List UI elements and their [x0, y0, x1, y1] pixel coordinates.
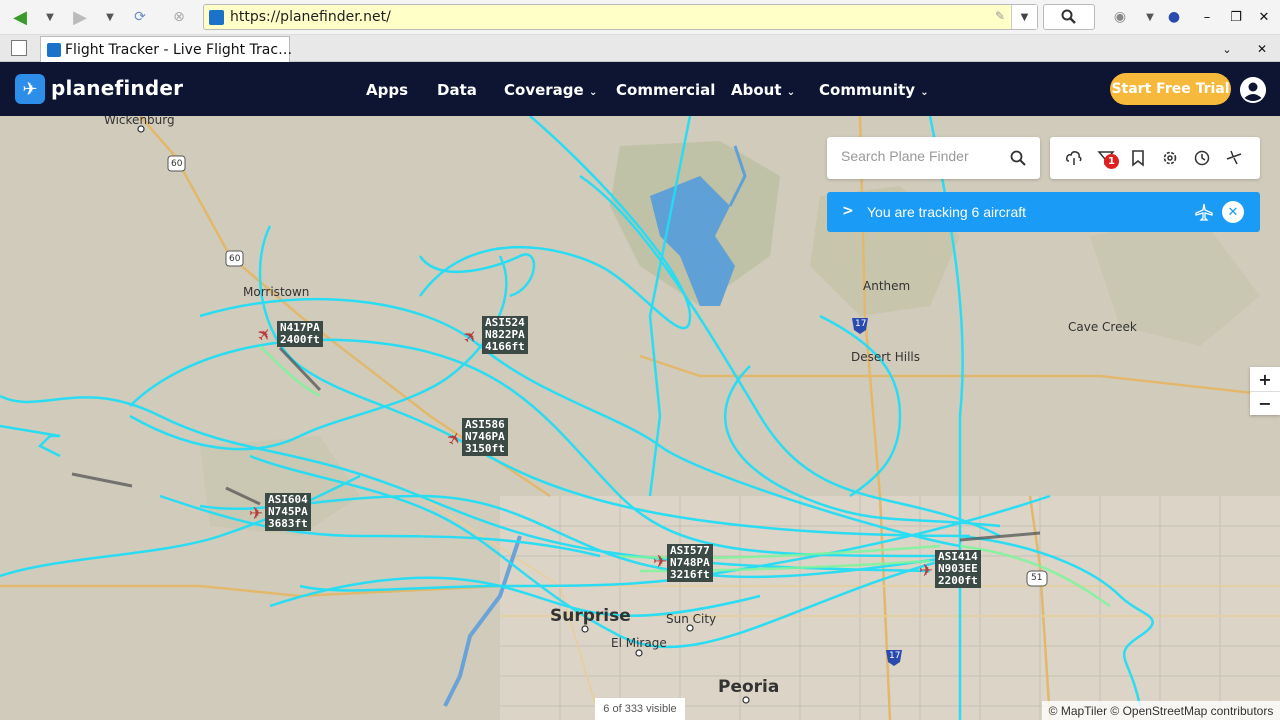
aircraft-altitude: 3150ft — [465, 442, 505, 455]
reload-icon[interactable]: ⟳ — [128, 6, 152, 28]
weather-icon[interactable] — [1065, 149, 1083, 167]
logo-text[interactable]: planefinder — [51, 76, 183, 100]
tab-title: Flight Tracker - Live Flight Trac… — [65, 42, 293, 58]
chevron-down-icon: ⌄ — [920, 87, 929, 98]
nav-about[interactable]: About ⌄ — [731, 81, 795, 99]
map-tools — [1050, 137, 1260, 179]
place-cave-creek: Cave Creek — [1068, 320, 1137, 334]
interstate-17-label: 17 — [889, 651, 901, 661]
nav-coverage[interactable]: Coverage ⌄ — [504, 81, 597, 99]
place-sun-city: Sun City — [666, 612, 717, 626]
browser-toolbar: ◀ ▼ ▶ ▼ ⟳ ⊗ https://planefinder.net/ ✎ ▼… — [0, 0, 1280, 35]
tab-list-icon[interactable] — [11, 40, 27, 56]
history-icon[interactable] — [1193, 149, 1211, 167]
aircraft-label-asi586[interactable]: ASI586 N746PA 3150ft — [462, 418, 508, 456]
zoom-out-button[interactable]: − — [1250, 391, 1280, 415]
close-window-icon[interactable]: ✕ — [1253, 6, 1275, 28]
nav-community-label: Community — [819, 81, 916, 99]
clip-icon: ✎ — [994, 9, 1005, 23]
site-favicon-icon — [209, 10, 224, 25]
filter-alert-badge: 1 — [1104, 154, 1119, 169]
aircraft-icon[interactable]: ✈ — [917, 562, 935, 580]
map-attribution[interactable]: © MapTiler © OpenStreetMap contributors — [1042, 701, 1280, 720]
chevron-down-icon: ⌄ — [588, 87, 598, 98]
forward-icon[interactable]: ▶ — [68, 6, 92, 28]
nav-coverage-label: Coverage — [504, 81, 584, 99]
stop-icon[interactable]: ⊗ — [167, 6, 191, 28]
browser-window: ◀ ▼ ▶ ▼ ⟳ ⊗ https://planefinder.net/ ✎ ▼… — [0, 0, 1280, 720]
bookmark-icon[interactable] — [1129, 149, 1147, 167]
browser-search-button[interactable] — [1043, 4, 1095, 30]
place-wickenburg: Wickenburg — [104, 116, 175, 127]
back-icon[interactable]: ◀ — [8, 6, 32, 28]
maximize-icon[interactable]: ❐ — [1225, 6, 1247, 28]
forward-dropdown-icon[interactable]: ▼ — [98, 6, 122, 28]
aircraft-label-n417pa[interactable]: N417PA 2400ft — [277, 321, 323, 347]
aircraft-altitude: 3683ft — [268, 517, 308, 530]
address-text: https://planefinder.net/ — [230, 9, 391, 25]
place-desert-hills: Desert Hills — [851, 350, 920, 364]
search-icon[interactable] — [1009, 149, 1027, 167]
aircraft-label-asi524[interactable]: ASI524 N822PA 4166ft — [482, 316, 528, 354]
chevron-down-icon: ⌄ — [786, 87, 796, 98]
aircraft-altitude: 3216ft — [670, 568, 710, 581]
zoom-in-button[interactable]: + — [1250, 367, 1280, 391]
highway-51-label: 51 — [1031, 573, 1043, 583]
aircraft-altitude: 4166ft — [485, 340, 525, 353]
highway-60-label: 60 — [229, 254, 241, 264]
visible-count: 6 of 333 visible — [595, 698, 685, 720]
search-panel — [827, 137, 1040, 179]
aircraft-label-asi414[interactable]: ASI414 N903EE 2200ft — [935, 550, 981, 588]
extension-icon[interactable]: ◉ — [1108, 6, 1132, 28]
place-morristown: Morristown — [243, 285, 310, 299]
search-input[interactable] — [841, 146, 1006, 166]
user-account-icon[interactable] — [1240, 77, 1266, 103]
close-tab-icon[interactable]: ✕ — [1251, 38, 1273, 60]
minimize-icon[interactable]: – — [1196, 6, 1218, 28]
address-dropdown-icon[interactable]: ▼ — [1011, 5, 1037, 29]
extension-dropdown-icon[interactable]: ▼ — [1138, 6, 1162, 28]
nav-apps[interactable]: Apps — [366, 81, 408, 99]
close-tracking-icon[interactable]: ✕ — [1222, 201, 1244, 223]
place-peoria: Peoria — [718, 677, 780, 697]
aircraft-altitude: 2400ft — [280, 333, 320, 346]
aircraft-label-asi604[interactable]: ASI604 N745PA 3683ft — [265, 493, 311, 531]
magnifier-icon — [1061, 9, 1076, 24]
tab-planefinder[interactable]: Flight Tracker - Live Flight Trac… — [40, 36, 293, 62]
place-el-mirage: El Mirage — [611, 636, 667, 650]
nav-data[interactable]: Data — [437, 81, 477, 99]
start-free-trial-button[interactable]: Start Free Trial — [1110, 73, 1231, 105]
aircraft-altitude: 2200ft — [938, 574, 978, 587]
interstate-17-label: 17 — [855, 319, 867, 329]
planefinder-logo-icon[interactable]: ✈ — [15, 74, 45, 104]
nav-commercial[interactable]: Commercial — [616, 81, 715, 99]
tab-strip: Flight Tracker - Live Flight Trac… ⌄ ✕ — [0, 35, 1280, 62]
back-dropdown-icon[interactable]: ▼ — [38, 6, 62, 28]
place-anthem: Anthem — [863, 279, 911, 293]
aircraft-icon[interactable]: ✈ — [247, 505, 265, 523]
aircraft-list-icon[interactable] — [1225, 149, 1243, 167]
tracking-banner[interactable]: > You are tracking 6 aircraft ✕ — [827, 192, 1260, 232]
nav-about-label: About — [731, 81, 782, 99]
tab-dropdown-icon[interactable]: ⌄ — [1216, 38, 1238, 60]
address-bar[interactable]: https://planefinder.net/ ✎ ▼ — [203, 4, 1038, 30]
aircraft-label-asi577[interactable]: ASI577 N748PA 3216ft — [667, 544, 713, 582]
expand-chevron-icon[interactable]: > — [842, 203, 854, 219]
highway-60-label: 60 — [171, 159, 183, 169]
site-header: ✈ planefinder Apps Data Coverage ⌄ Comme… — [0, 62, 1280, 116]
place-surprise: Surprise — [550, 606, 631, 626]
zoom-control: + − — [1250, 367, 1280, 415]
settings-icon[interactable] — [1161, 149, 1179, 167]
tracking-text: You are tracking 6 aircraft — [867, 204, 1027, 220]
tab-favicon-icon — [47, 43, 61, 57]
plane-outline-icon[interactable] — [1194, 202, 1214, 222]
nav-community[interactable]: Community ⌄ — [819, 81, 929, 99]
browser-logo-icon[interactable]: ● — [1162, 6, 1186, 28]
